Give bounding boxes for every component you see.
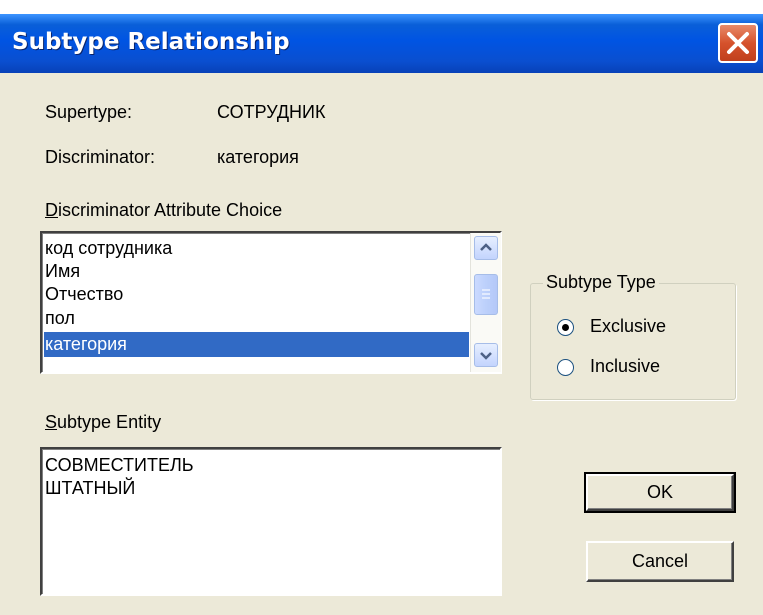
ok-button[interactable]: OK	[584, 472, 736, 513]
subtype-entity-label-text: ubtype Entity	[57, 412, 162, 432]
title-bar[interactable]: Subtype Relationship	[0, 14, 763, 73]
list-item[interactable]: пол	[44, 307, 469, 330]
attribute-choice-label-text: iscriminator Attribute Choice	[58, 200, 283, 220]
close-icon	[727, 32, 749, 54]
radio-dot	[562, 324, 569, 331]
window-title: Subtype Relationship	[12, 29, 290, 55]
scrollbar[interactable]	[470, 233, 501, 372]
list-item[interactable]: ШТАТНЫЙ	[44, 477, 485, 500]
scroll-thumb[interactable]	[474, 274, 498, 315]
list-item-selected[interactable]: категория	[44, 332, 469, 357]
list-item[interactable]: Отчество	[44, 283, 469, 306]
subtype-entity-label: Subtype Entity	[45, 412, 161, 433]
supertype-value: СОТРУДНИК	[217, 102, 326, 122]
list-item[interactable]: код сотрудника	[44, 237, 469, 260]
attribute-choice-label: Discriminator Attribute Choice	[45, 200, 282, 221]
grip-icon	[482, 289, 490, 299]
subtype-entity-access-key: S	[45, 412, 58, 432]
supertype-label: Supertype:	[45, 102, 133, 122]
attribute-choice-listbox[interactable]: код сотрудника Имя Отчество пол категори…	[40, 231, 502, 374]
list-item[interactable]: Имя	[44, 260, 469, 283]
subtype-entity-listbox[interactable]: СОВМЕСТИТЕЛЬ ШТАТНЫЙ	[40, 447, 502, 596]
subtype-type-group	[530, 283, 736, 400]
subtype-relationship-dialog: Subtype Relationship Supertype: СОТРУДНИ…	[0, 14, 763, 615]
scroll-up-button[interactable]	[474, 236, 498, 260]
exclusive-label[interactable]: Exclusive	[590, 316, 666, 337]
exclusive-radio[interactable]	[557, 319, 574, 336]
close-button[interactable]	[718, 23, 758, 63]
scroll-down-button[interactable]	[474, 343, 498, 367]
subtype-type-legend: Subtype Type	[543, 272, 659, 293]
discriminator-label: Discriminator:	[45, 147, 156, 167]
attribute-choice-access-key: D	[45, 200, 58, 220]
discriminator-value: категория	[217, 147, 299, 167]
cancel-button[interactable]: Cancel	[586, 541, 734, 582]
list-item[interactable]: СОВМЕСТИТЕЛЬ	[44, 454, 485, 477]
inclusive-label[interactable]: Inclusive	[590, 356, 660, 377]
inclusive-radio[interactable]	[557, 359, 574, 376]
chevron-down-icon	[480, 352, 492, 360]
chevron-up-icon	[480, 243, 492, 251]
